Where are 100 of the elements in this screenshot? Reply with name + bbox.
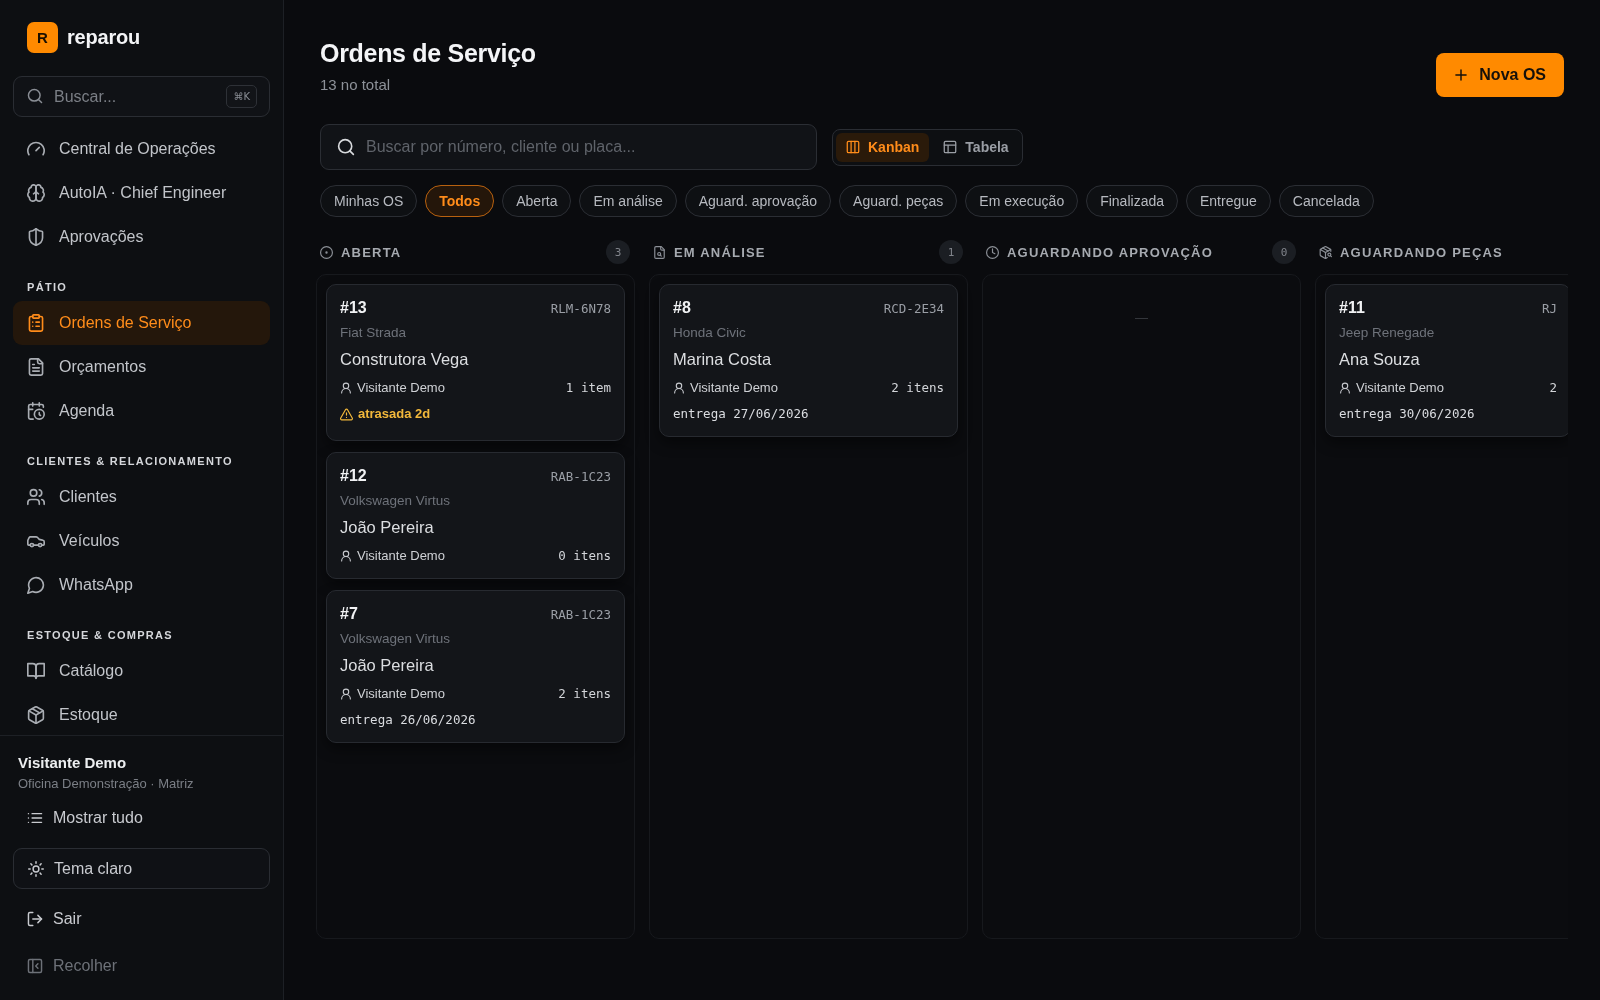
assignee-name: Visitante Demo [1356,379,1444,397]
column-title: EM ANÁLISE [674,244,767,260]
client-name: Ana Souza [1339,349,1421,370]
license-plate: RAB-1C23 [550,469,611,484]
item-count: 2 [1549,379,1557,397]
plus-icon [1453,67,1470,83]
sidebar-action-button[interactable]: Sair [13,902,270,936]
collapse-panel-icon [27,958,43,974]
view-tab[interactable]: Kanban [836,132,930,162]
filter-chip[interactable]: Aberta [502,185,572,217]
column-count: 3 [606,240,630,264]
search-field[interactable]: Buscar por número, cliente ou placa... [320,124,817,170]
assignee-name: Visitante Demo [357,379,445,397]
search-icon [337,138,355,156]
delivery-date: entrega 26/06/2026 [340,711,477,729]
order-number: #8 [673,298,691,318]
nav-item[interactable]: AutoIA · Chief Engineer [13,171,270,215]
nav-item[interactable]: Clientes [13,475,270,519]
item-count: 2 itens [558,685,611,703]
table-icon [943,140,958,154]
filter-chip[interactable]: Minhas OS [320,185,418,217]
order-number: #13 [340,298,367,318]
vehicle-model: Jeep Renegade [1339,324,1436,342]
filter-chip[interactable]: Todos [425,185,495,217]
order-number: #11 [1339,298,1365,318]
sidebar-action-button[interactable]: Tema claro [13,848,270,889]
vehicle-model: Honda Civic [673,324,747,342]
assignee-name: Visitante Demo [357,547,445,565]
filter-chip[interactable]: Em análise [579,185,677,217]
order-card[interactable]: #8 RCD-2E34 Honda Civic Marina Costa Visitante Demo 2 itens entrega 27/06/2026 [659,284,958,437]
sidebar-action-button[interactable]: Recolher [13,949,270,983]
item-count: 0 itens [558,547,611,565]
logo-mark: R [27,22,58,53]
circle-dot-icon [320,245,333,259]
client-name: Marina Costa [673,349,773,370]
package-search-icon [1319,245,1332,259]
nav-item[interactable]: Central de Operações [13,127,270,171]
vehicle-model: Fiat Strada [340,324,408,342]
workspace-name: Oficina Demonstração · Matriz [18,776,195,792]
vehicle-model: Volkswagen Virtus [340,630,452,648]
filter-chip[interactable]: Finalizada [1086,185,1178,217]
section-label: ESTOQUE & COMPRAS [26,628,174,643]
new-order-button[interactable]: Nova OS [1436,53,1564,97]
license-plate: RAB-1C23 [550,607,611,622]
sidebar-action-button[interactable]: Mostrar tudo [13,801,270,835]
column-title: ABERTA [341,244,403,260]
order-total: 13 no total [320,75,392,95]
document-search-icon [653,245,666,259]
filter-chip[interactable]: Em execução [965,185,1079,217]
user-icon [1339,382,1351,394]
columns-icon [846,140,860,154]
view-tab[interactable]: Tabela [933,132,1019,162]
filter-chip[interactable]: Aguard. peças [839,185,958,217]
order-card[interactable]: #11 RJ Jeep Renegade Ana Souza Visitante Demo 2 entrega 30/06/2026 [1325,284,1568,437]
nav-item[interactable]: Catálogo [13,649,270,693]
filter-chip[interactable]: Cancelada [1278,185,1374,217]
nav-item[interactable]: Ordens de Serviço [13,301,270,345]
nav-item[interactable]: Estoque [13,693,270,735]
section-label: PÁTIO [26,280,69,295]
nav-item[interactable]: Agenda [13,389,270,433]
warning-icon [340,407,353,421]
clock-icon [986,245,999,259]
filter-chip[interactable]: Aguard. aprovação [684,185,832,217]
overdue-text: atrasada 2d [358,405,431,423]
gauge-icon [27,140,45,158]
sun-icon [28,860,44,877]
vehicle-model: Volkswagen Virtus [340,492,452,510]
order-card[interactable]: #12 RAB-1C23 Volkswagen Virtus João Pereira Visitante Demo 0 itens [326,452,625,579]
page-title: Ordens de Serviço [320,38,536,69]
section-label: CLIENTES & RELACIONAMENTO [26,454,234,469]
item-count: 2 itens [891,379,944,397]
document-icon [27,358,45,376]
user-icon [340,688,352,700]
empty-state-text: — [1135,309,1148,327]
client-name: Construtora Vega [340,349,470,370]
package-icon [27,706,45,724]
user-icon [340,382,352,394]
order-card[interactable]: #13 RLM-6N78 Fiat Strada Construtora Vega Visitante Demo 1 item atrasada 2d [326,284,625,441]
chat-bubble-icon [27,576,45,594]
users-icon [27,488,45,506]
clipboard-list-icon [27,314,45,332]
search-icon [27,88,43,104]
nav-item[interactable]: Aprovações [13,215,270,259]
brain-icon [27,184,45,202]
delivery-date: entrega 30/06/2026 [1339,405,1476,423]
column-count: 1 [939,240,963,264]
order-card[interactable]: #7 RAB-1C23 Volkswagen Virtus João Pereira Visitante Demo 2 itens entrega 26/06/2026 [326,590,625,743]
nav-item[interactable]: Veículos [13,519,270,563]
order-number: #12 [340,466,367,486]
filter-chip[interactable]: Entregue [1186,185,1271,217]
book-icon [27,662,45,680]
user-icon [673,382,685,394]
license-plate: RLM-6N78 [550,301,611,316]
nav-item[interactable]: Orçamentos [13,345,270,389]
order-number: #7 [340,604,358,624]
calendar-clock-icon [27,402,45,420]
nav-item[interactable]: WhatsApp [13,563,270,607]
shield-icon [27,228,45,246]
list-icon [27,810,43,826]
column-count: 0 [1272,240,1296,264]
